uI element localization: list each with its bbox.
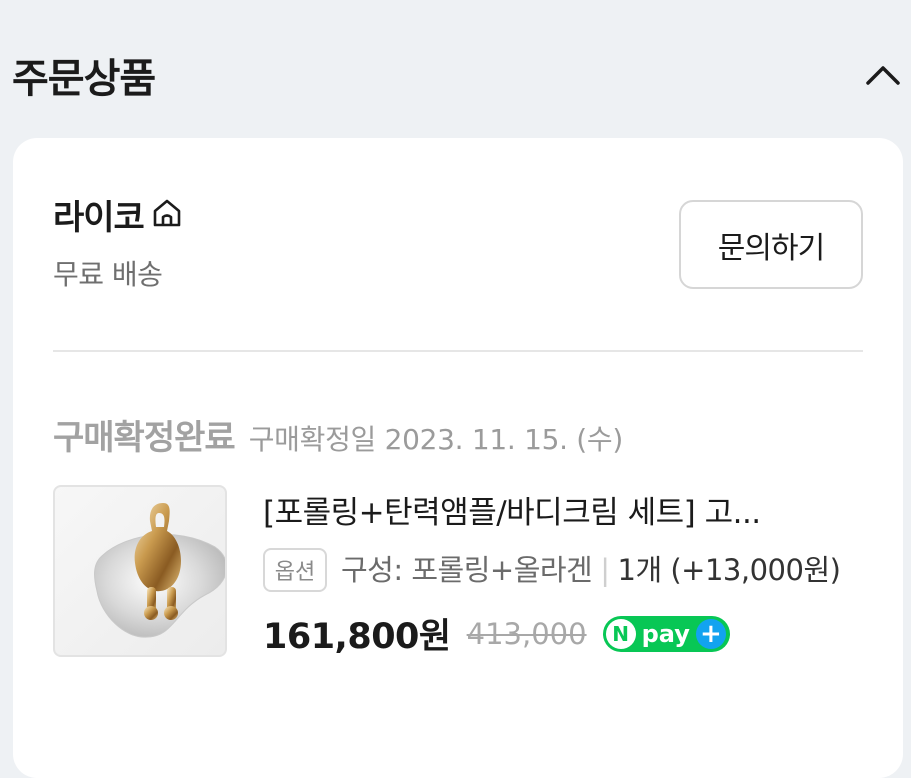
- original-price: 413,000: [466, 616, 587, 651]
- inquiry-button[interactable]: 문의하기: [679, 200, 863, 289]
- chevron-up-icon[interactable]: [859, 51, 907, 99]
- order-card: 라이코 무료 배송 문의하기 구매확정완료 구매확정일 2023. 11. 15…: [13, 138, 903, 778]
- option-separator: |: [600, 553, 610, 587]
- npay-plus-badge: N pay +: [602, 615, 730, 652]
- product-name[interactable]: [포롤링+탄력앰플/바디크림 세트] 고...: [263, 490, 853, 536]
- seller-name: 라이코: [53, 198, 145, 238]
- npay-n-icon: N: [605, 618, 636, 649]
- order-status-row: 구매확정완료 구매확정일 2023. 11. 15. (수): [53, 410, 623, 459]
- price-row: 161,800원 413,000 N pay +: [263, 608, 853, 659]
- product-info: [포롤링+탄력앰플/바디크림 세트] 고... 옵션 구성: 포롤링+올라겐 | 1…: [263, 490, 853, 659]
- divider: [53, 350, 863, 352]
- option-line: 옵션 구성: 포롤링+올라겐 | 1개 (+13,000원): [263, 546, 853, 594]
- order-status: 구매확정완료: [53, 418, 236, 458]
- sale-price: 161,800원: [263, 617, 451, 657]
- seller-row: 라이코 무료 배송 문의하기: [53, 190, 863, 300]
- confirm-date: 구매확정일 2023. 11. 15. (수): [248, 423, 624, 456]
- option-badge: 옵션: [263, 548, 327, 592]
- product-thumbnail[interactable]: [53, 485, 227, 657]
- home-icon: [150, 196, 184, 234]
- order-items-header: 주문상품: [12, 40, 907, 110]
- plus-icon: +: [695, 618, 726, 649]
- section-title: 주문상품: [12, 56, 156, 102]
- option-quantity: 1개 (+13,000원): [617, 553, 841, 587]
- option-text: 구성: 포롤링+올라겐 | 1개 (+13,000원): [341, 546, 841, 594]
- option-composition: 구성: 포롤링+올라겐: [341, 553, 593, 587]
- npay-logo-text: pay: [641, 619, 690, 648]
